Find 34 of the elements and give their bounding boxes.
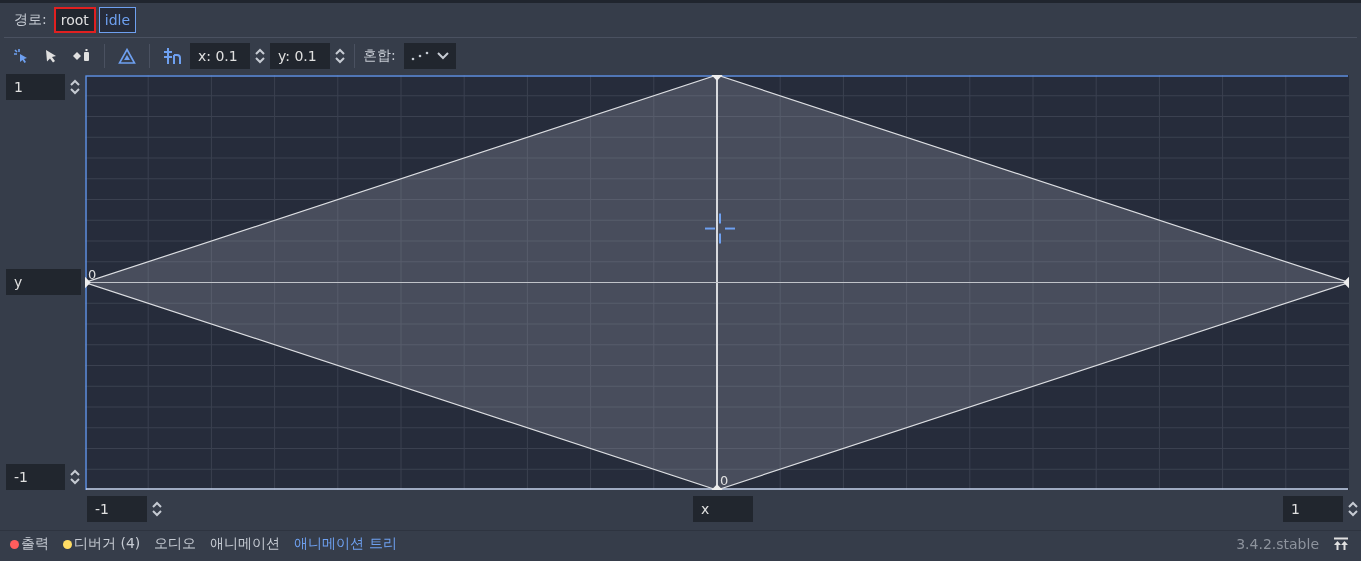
panel-tab[interactable]: 오디오 <box>154 535 197 553</box>
blend-label: 혼합: <box>363 47 396 65</box>
caret-icon <box>435 52 450 60</box>
y-label-field[interactable]: y <box>6 269 81 295</box>
snap-y-field[interactable]: y: 0.1 <box>270 43 330 69</box>
zero-label: 0 <box>720 473 729 488</box>
blend-dropdown[interactable] <box>403 43 456 69</box>
blend-space-drawing[interactable] <box>85 75 1349 490</box>
panel-tab[interactable]: 출력 <box>10 535 49 553</box>
snap-x-field[interactable]: x: 0.1 <box>190 43 250 69</box>
point-pen-icon <box>73 48 91 64</box>
x-label-field[interactable]: x <box>693 496 753 522</box>
updown-icon[interactable] <box>151 501 163 517</box>
dots-icon <box>409 51 430 61</box>
path-button[interactable]: idle <box>98 7 137 33</box>
select-points-icon <box>13 48 29 64</box>
x-min-field[interactable]: -1 <box>87 496 147 522</box>
updown-icon[interactable] <box>334 48 346 64</box>
crosshair-icon <box>704 212 736 245</box>
zero-label: 0 <box>88 266 97 282</box>
panel-tab[interactable]: 애니메이션 트리 <box>294 535 397 553</box>
y-max-field[interactable]: 1 <box>6 74 65 100</box>
x-max-field[interactable]: 1 <box>1283 496 1343 522</box>
panel-tab[interactable]: 애니메이션 <box>210 535 281 553</box>
expand-panel-icon[interactable] <box>1333 537 1349 551</box>
updown-icon[interactable] <box>69 469 81 485</box>
version-text: 3.4.2.stable <box>1236 536 1319 552</box>
updown-icon[interactable] <box>254 48 266 64</box>
y-min-field[interactable]: -1 <box>6 464 65 490</box>
panel-tab[interactable]: 디버거 (4) <box>63 535 141 553</box>
path-label: 경로: <box>14 11 47 29</box>
updown-icon[interactable] <box>69 79 81 95</box>
updown-icon[interactable] <box>1347 501 1359 517</box>
path-button[interactable]: root <box>53 7 96 33</box>
